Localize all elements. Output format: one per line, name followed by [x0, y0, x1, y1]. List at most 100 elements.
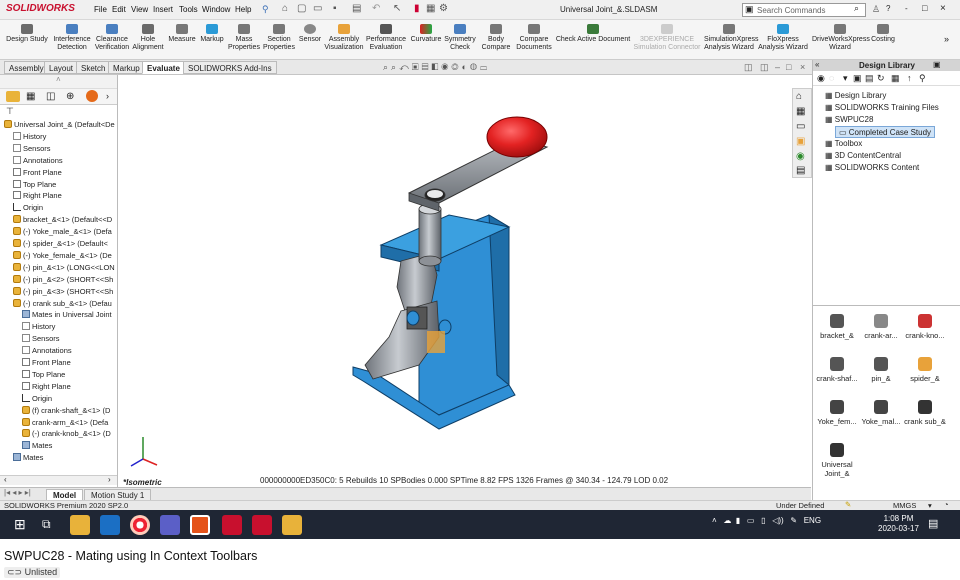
tree-item[interactable]: (-) pin_&<1> (LONG<<LON	[13, 262, 115, 273]
crank-knob[interactable]	[486, 116, 548, 158]
file-properties-icon[interactable]: ▦	[426, 3, 435, 14]
close-button[interactable]: ×	[940, 3, 946, 14]
tree-item[interactable]: (-) Yoke_female_&<1> (De	[13, 250, 112, 261]
viewport-minimize-icon[interactable]: –	[775, 62, 780, 72]
select-icon[interactable]: ↖	[393, 3, 401, 14]
tree-item[interactable]: Origin	[22, 393, 52, 404]
solidworks-taskbar-icon[interactable]	[222, 515, 242, 535]
spider-core[interactable]	[427, 331, 445, 353]
file-explorer-tab-icon[interactable]: ▭	[796, 121, 805, 132]
scroll-right-icon[interactable]: ›	[108, 475, 111, 484]
microphone-icon[interactable]: ▮	[736, 516, 740, 525]
body-compare-button[interactable]: Body Compare	[480, 24, 512, 52]
menu-edit[interactable]: Edit	[112, 5, 126, 14]
graphics-area[interactable]	[119, 75, 811, 487]
tree-item[interactable]: History	[22, 321, 55, 332]
hide-show-icon[interactable]: ◎	[451, 62, 461, 72]
dimxpert-manager-tab-icon[interactable]: ⊕	[66, 91, 74, 102]
tree-item[interactable]: Front Plane	[13, 167, 62, 178]
new-document-icon[interactable]: ▢	[297, 3, 306, 14]
clearance-verification-button[interactable]: Clearance Verification	[94, 24, 130, 52]
design-library-folder[interactable]: ▦ SWPUC28	[825, 114, 873, 126]
property-manager-tab-icon[interactable]: ▦	[26, 91, 35, 102]
taskbar-clock[interactable]: 1:08 PM 2020-03-17	[878, 514, 919, 534]
simulationxpress-button[interactable]: SimulationXpress Analysis Wizard	[704, 24, 758, 52]
pen-icon[interactable]: ✎	[790, 516, 797, 525]
create-folder-icon[interactable]: ▤	[865, 73, 874, 84]
design-study-button[interactable]: Design Study	[4, 24, 50, 44]
tray-chevron-icon[interactable]: ˄	[712, 516, 717, 525]
tree-item[interactable]: Origin	[13, 202, 43, 213]
design-library-folder[interactable]: ▦ SOLIDWORKS Training Files	[825, 102, 939, 114]
library-item[interactable]: crank-shaf...	[815, 357, 859, 383]
tree-item[interactable]: Annotations	[13, 155, 63, 166]
library-item[interactable]: bracket_&	[815, 314, 859, 340]
design-library-folder[interactable]: ▦ 3D ContentCentral	[825, 150, 901, 162]
menu-tools[interactable]: Tools	[179, 5, 198, 14]
floxpress-button[interactable]: FloXpress Analysis Wizard	[758, 24, 808, 52]
tab-scroll-right-icon[interactable]: ›	[106, 91, 109, 101]
tree-item[interactable]: Front Plane	[22, 357, 71, 368]
minimize-button[interactable]: -	[905, 4, 908, 13]
view-settings-icon[interactable]: ▭	[480, 62, 490, 72]
tab-evaluate[interactable]: Evaluate	[142, 61, 185, 74]
interference-detection-button[interactable]: Interference Detection	[52, 24, 92, 52]
notifications-icon[interactable]: ▤	[928, 517, 938, 530]
snagit-icon[interactable]	[190, 515, 210, 535]
universal-joint-model[interactable]	[119, 75, 811, 487]
library-item[interactable]: Yoke_mal...	[859, 400, 903, 426]
rebuild-status-icon[interactable]: ✎	[845, 500, 851, 510]
hole-alignment-button[interactable]: Hole Alignment	[131, 24, 165, 52]
pane-collapse-icon[interactable]: «	[815, 60, 819, 69]
section-view-icon[interactable]: ▣	[412, 62, 422, 72]
add-file-location-icon[interactable]: ▣	[853, 73, 862, 84]
tree-item[interactable]: (-) crank-knob_&<1> (D	[22, 428, 111, 439]
pin-hole-left[interactable]	[406, 310, 420, 326]
toolbox-taskbar-icon[interactable]	[282, 515, 302, 535]
tree-item[interactable]: Mates in Universal Joint	[22, 309, 112, 320]
collapse-arrow-icon[interactable]: ˄	[56, 75, 61, 84]
tree-item[interactable]: Annotations	[22, 345, 72, 356]
performance-evaluation-button[interactable]: Performance Evaluation	[366, 24, 406, 52]
driveworksxpress-button[interactable]: DriveWorksXpress Wizard	[812, 24, 870, 52]
section-properties-button[interactable]: Section Properties	[263, 24, 295, 52]
view-orientation-icon[interactable]: ◧	[431, 62, 441, 72]
undo-icon[interactable]: ↶	[372, 3, 380, 14]
display-style-icon[interactable]: ◉	[441, 62, 451, 72]
display-manager-tab-icon[interactable]	[86, 90, 98, 102]
viewport-maximize-icon[interactable]: □	[786, 62, 791, 72]
check-active-document-button[interactable]: Check Active Document	[555, 24, 631, 44]
save-icon[interactable]: ▪	[333, 3, 337, 14]
menu-help[interactable]: Help	[235, 5, 251, 14]
crank-shaft-base[interactable]	[418, 255, 442, 267]
symmetry-check-button[interactable]: Symmetry Check	[444, 24, 476, 52]
viewport-restore-icon[interactable]: ◫	[744, 62, 753, 73]
pane-collapse-bar[interactable]: ˄	[0, 75, 117, 89]
outlook-icon[interactable]	[100, 515, 120, 535]
tree-item[interactable]: Sensors	[22, 333, 60, 344]
windows-start-icon[interactable]: ⊞	[14, 516, 26, 533]
resources-home-icon[interactable]: ⌂	[796, 91, 802, 102]
dl-settings-icon[interactable]: ⚲	[919, 73, 926, 84]
back-icon[interactable]: ◉	[817, 73, 825, 84]
tree-item[interactable]: (-) spider_&<1> (Default<	[13, 238, 108, 249]
library-item[interactable]: crank-kno...	[903, 314, 947, 340]
network-icon[interactable]: ▯	[761, 516, 765, 525]
viewport-tile-icon[interactable]: ◫	[760, 62, 769, 73]
search-input[interactable]: Search Commands	[742, 3, 866, 17]
costing-button[interactable]: Costing	[868, 24, 898, 44]
zoom-to-fit-icon[interactable]: ⌕	[383, 62, 391, 72]
library-item[interactable]: Yoke_fem...	[815, 400, 859, 426]
design-library-tab-icon[interactable]: ▦	[796, 106, 805, 117]
task-view-icon[interactable]: ⧉	[42, 517, 51, 532]
feature-manager-tab-icon[interactable]	[6, 91, 20, 102]
tree-item[interactable]: (-) pin_&<3> (SHORT<<Sh	[13, 286, 113, 297]
tab-assembly[interactable]: Assembly	[4, 61, 49, 74]
menu-insert[interactable]: Insert	[153, 5, 173, 14]
pane-pin-icon[interactable]: ▣	[933, 60, 941, 69]
library-item[interactable]: crank sub_&	[903, 400, 947, 426]
dynamic-annotation-icon[interactable]: ▤	[422, 62, 432, 72]
view-palette-tab-icon[interactable]: ▣	[796, 136, 805, 147]
previous-view-icon[interactable]: ↶	[399, 62, 412, 72]
tree-item[interactable]: Sensors	[13, 143, 51, 154]
